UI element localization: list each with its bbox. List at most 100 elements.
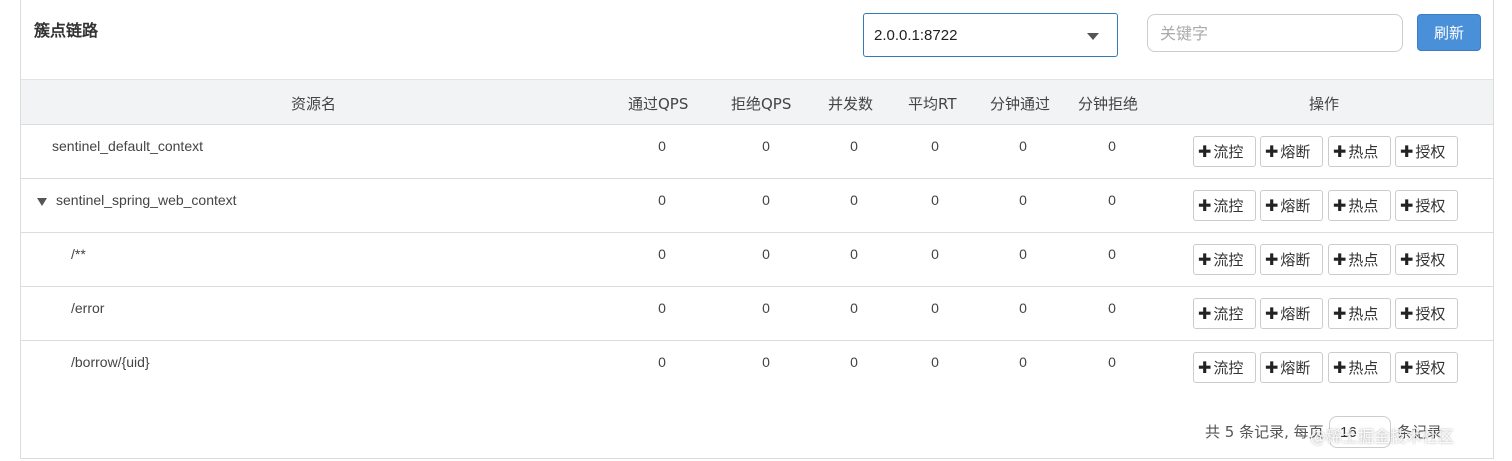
flow-rule-button[interactable]: ✚ 流控 bbox=[1193, 190, 1256, 221]
col-block-qps: 拒绝QPS bbox=[731, 95, 792, 113]
degrade-rule-button[interactable]: ✚ 熔断 bbox=[1260, 298, 1323, 329]
hotspot-rule-button[interactable]: ✚ 热点 bbox=[1328, 136, 1391, 167]
cell-minute-block: 0 bbox=[1108, 354, 1116, 370]
authority-rule-button[interactable]: ✚ 授权 bbox=[1395, 298, 1458, 329]
action-label: 熔断 bbox=[1280, 305, 1311, 323]
plus-icon: ✚ bbox=[1265, 142, 1279, 161]
plus-icon: ✚ bbox=[1333, 250, 1347, 269]
pagination-summary: 共 5 条记录, 每页 bbox=[1205, 423, 1324, 441]
cell-avg-rt: 0 bbox=[931, 138, 939, 154]
col-ops: 操作 bbox=[1309, 95, 1340, 113]
col-pass-qps: 通过QPS bbox=[628, 95, 689, 113]
cell-minute-block: 0 bbox=[1108, 246, 1116, 262]
cell-pass-qps: 0 bbox=[658, 192, 666, 208]
action-label: 授权 bbox=[1415, 143, 1446, 161]
authority-rule-button[interactable]: ✚ 授权 bbox=[1395, 244, 1458, 275]
plus-icon: ✚ bbox=[1333, 304, 1347, 323]
action-label: 熔断 bbox=[1280, 251, 1311, 269]
col-resource: 资源名 bbox=[291, 95, 337, 113]
col-concurrency: 并发数 bbox=[828, 95, 874, 113]
plus-icon: ✚ bbox=[1198, 196, 1212, 215]
col-minute-pass: 分钟通过 bbox=[990, 95, 1051, 113]
hotspot-rule-button[interactable]: ✚ 热点 bbox=[1328, 190, 1391, 221]
plus-icon: ✚ bbox=[1265, 196, 1279, 215]
flow-rule-button[interactable]: ✚ 流控 bbox=[1193, 136, 1256, 167]
panel-header: 簇点链路 2.0.0.1:8722 刷新 bbox=[21, 0, 1493, 79]
caret-down-icon[interactable] bbox=[37, 198, 47, 206]
cell-block-qps: 0 bbox=[762, 138, 770, 154]
degrade-rule-button[interactable]: ✚ 熔断 bbox=[1260, 190, 1323, 221]
action-label: 授权 bbox=[1415, 251, 1446, 269]
plus-icon: ✚ bbox=[1400, 250, 1414, 269]
action-label: 熔断 bbox=[1280, 143, 1311, 161]
table-row: sentinel_spring_web_context 0 0 0 0 0 0 ✚ 流控 ✚ 熔断 ✚… bbox=[21, 179, 1493, 233]
hotspot-rule-button[interactable]: ✚ 热点 bbox=[1328, 298, 1391, 329]
flow-rule-button[interactable]: ✚ 流控 bbox=[1193, 244, 1256, 275]
degrade-rule-button[interactable]: ✚ 熔断 bbox=[1260, 136, 1323, 167]
degrade-rule-button[interactable]: ✚ 熔断 bbox=[1260, 244, 1323, 275]
cell-block-qps: 0 bbox=[762, 246, 770, 262]
cell-concurrency: 0 bbox=[850, 300, 858, 316]
cell-minute-pass: 0 bbox=[1019, 300, 1027, 316]
action-label: 热点 bbox=[1348, 305, 1379, 323]
action-label: 授权 bbox=[1415, 305, 1446, 323]
action-label: 热点 bbox=[1348, 251, 1379, 269]
plus-icon: ✚ bbox=[1198, 304, 1212, 323]
action-label: 流控 bbox=[1213, 305, 1244, 323]
plus-icon: ✚ bbox=[1333, 196, 1347, 215]
action-label: 流控 bbox=[1213, 251, 1244, 269]
page-size-input[interactable] bbox=[1329, 416, 1391, 448]
hotspot-rule-button[interactable]: ✚ 热点 bbox=[1328, 352, 1391, 383]
cell-avg-rt: 0 bbox=[931, 192, 939, 208]
cell-minute-block: 0 bbox=[1108, 138, 1116, 154]
cell-minute-pass: 0 bbox=[1019, 246, 1027, 262]
action-label: 熔断 bbox=[1280, 359, 1311, 377]
action-label: 授权 bbox=[1415, 359, 1446, 377]
cell-concurrency: 0 bbox=[850, 246, 858, 262]
cell-minute-block: 0 bbox=[1108, 300, 1116, 316]
plus-icon: ✚ bbox=[1198, 250, 1212, 269]
action-label: 热点 bbox=[1348, 197, 1379, 215]
cell-pass-qps: 0 bbox=[658, 354, 666, 370]
cell-concurrency: 0 bbox=[850, 138, 858, 154]
authority-rule-button[interactable]: ✚ 授权 bbox=[1395, 352, 1458, 383]
table-header: 资源名 通过QPS 拒绝QPS 并发数 平均RT 分钟通过 分钟拒绝 操作 bbox=[21, 79, 1493, 125]
authority-rule-button[interactable]: ✚ 授权 bbox=[1395, 136, 1458, 167]
cell-pass-qps: 0 bbox=[658, 138, 666, 154]
hotspot-rule-button[interactable]: ✚ 热点 bbox=[1328, 244, 1391, 275]
cell-minute-pass: 0 bbox=[1019, 354, 1027, 370]
col-avg-rt: 平均RT bbox=[908, 95, 957, 113]
action-label: 熔断 bbox=[1280, 197, 1311, 215]
search-input[interactable] bbox=[1147, 14, 1403, 52]
page-title: 簇点链路 bbox=[34, 21, 99, 40]
plus-icon: ✚ bbox=[1333, 358, 1347, 377]
machine-select[interactable]: 2.0.0.1:8722 bbox=[863, 13, 1118, 57]
cell-avg-rt: 0 bbox=[931, 246, 939, 262]
cell-avg-rt: 0 bbox=[931, 354, 939, 370]
action-label: 流控 bbox=[1213, 143, 1244, 161]
cell-pass-qps: 0 bbox=[658, 246, 666, 262]
degrade-rule-button[interactable]: ✚ 熔断 bbox=[1260, 352, 1323, 383]
cell-minute-block: 0 bbox=[1108, 192, 1116, 208]
cell-concurrency: 0 bbox=[850, 192, 858, 208]
action-label: 热点 bbox=[1348, 143, 1379, 161]
resource-name: /error bbox=[71, 300, 105, 316]
plus-icon: ✚ bbox=[1265, 250, 1279, 269]
plus-icon: ✚ bbox=[1333, 142, 1347, 161]
action-label: 流控 bbox=[1213, 359, 1244, 377]
plus-icon: ✚ bbox=[1400, 142, 1414, 161]
refresh-button[interactable]: 刷新 bbox=[1417, 14, 1481, 51]
cell-block-qps: 0 bbox=[762, 300, 770, 316]
authority-rule-button[interactable]: ✚ 授权 bbox=[1395, 190, 1458, 221]
resource-name: /borrow/{uid} bbox=[71, 354, 150, 370]
plus-icon: ✚ bbox=[1198, 142, 1212, 161]
flow-rule-button[interactable]: ✚ 流控 bbox=[1193, 298, 1256, 329]
table-row: sentinel_default_context 0 0 0 0 0 0 ✚ 流控 ✚ 熔断 ✚ 热点 ✚… bbox=[21, 125, 1493, 179]
pagination-unit: 条记录 bbox=[1397, 423, 1443, 441]
plus-icon: ✚ bbox=[1400, 304, 1414, 323]
flow-rule-button[interactable]: ✚ 流控 bbox=[1193, 352, 1256, 383]
cell-block-qps: 0 bbox=[762, 192, 770, 208]
cell-concurrency: 0 bbox=[850, 354, 858, 370]
resource-name: /** bbox=[71, 246, 86, 262]
action-label: 流控 bbox=[1213, 197, 1244, 215]
